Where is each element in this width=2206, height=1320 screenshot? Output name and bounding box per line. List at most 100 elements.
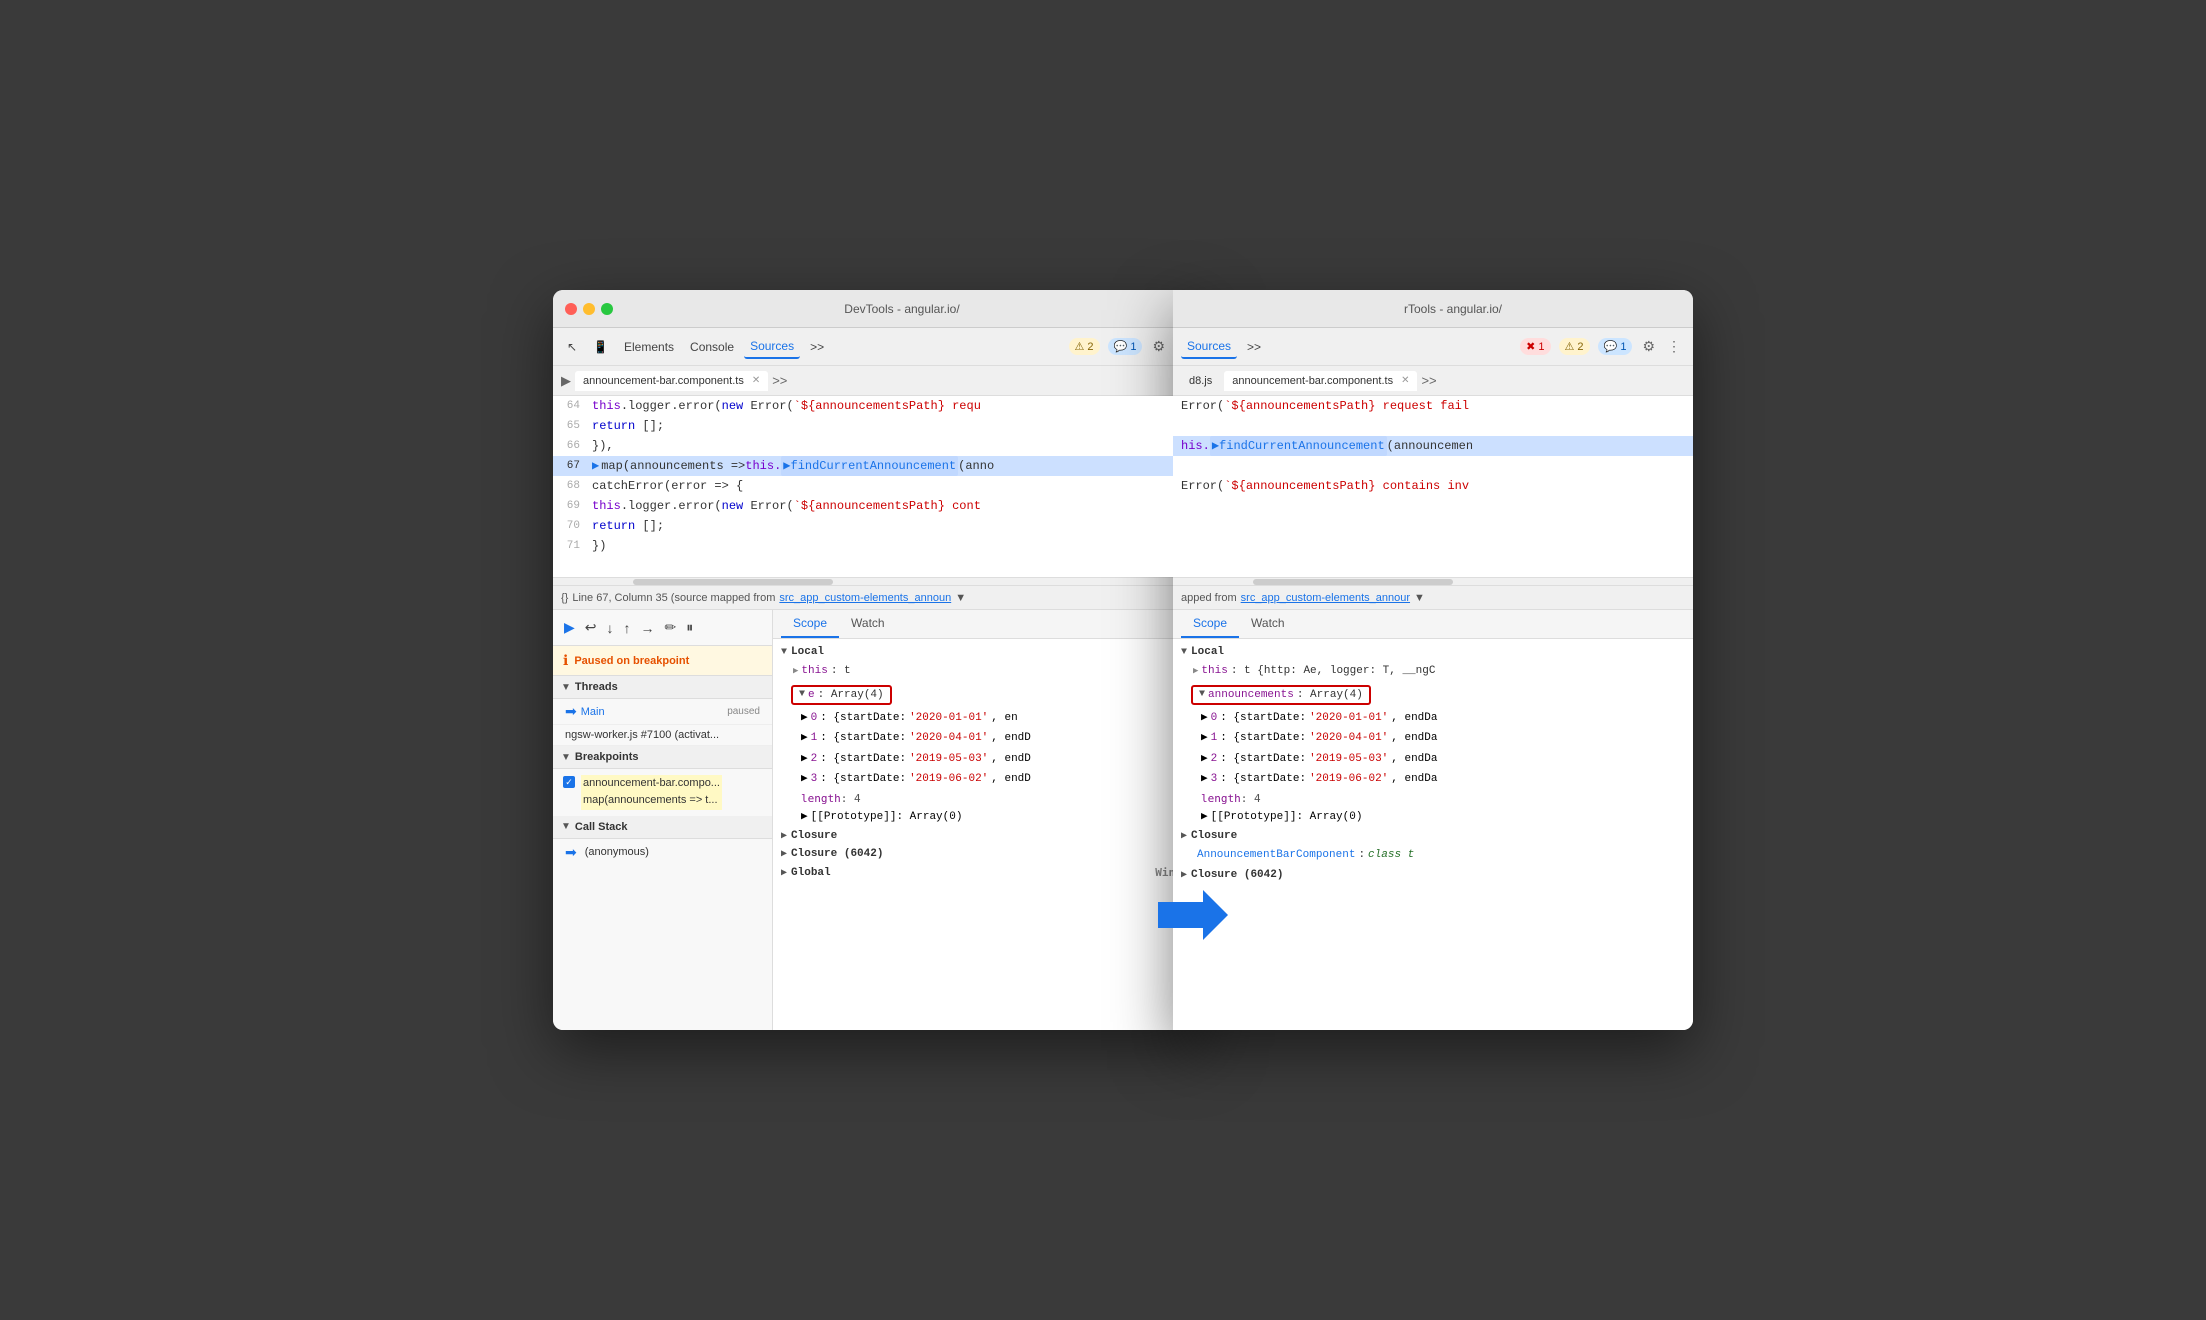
console-tab[interactable]: Console xyxy=(684,336,740,358)
file-tab-left[interactable]: announcement-bar.component.ts ✕ xyxy=(575,371,768,391)
closure-label-left: Closure xyxy=(791,830,837,842)
thread-ngsw-name: ngsw-worker.js #7100 (activat... xyxy=(565,729,719,741)
code-text-66: }), xyxy=(588,436,1203,456)
breakpoints-section-header[interactable]: ▼ Breakpoints xyxy=(553,746,772,769)
threads-section-header[interactable]: ▼ Threads xyxy=(553,676,772,699)
scope-tab-right[interactable]: Scope xyxy=(1181,610,1239,638)
closure-arrow-right: ▶ xyxy=(1181,830,1187,842)
editor-tab-bar-left: ▶ announcement-bar.component.ts ✕ >> xyxy=(553,366,1203,396)
file-tab-right[interactable]: announcement-bar.component.ts ✕ xyxy=(1224,371,1417,391)
closure2-section-left: ▶ Closure (6042) xyxy=(773,845,1203,863)
step-button[interactable]: → xyxy=(638,617,658,639)
announcements-expand-arrow[interactable]: ▼ xyxy=(1199,689,1205,700)
closure2-header-right[interactable]: ▶ Closure (6042) xyxy=(1181,869,1685,881)
device-toolbar-button[interactable]: 📱 xyxy=(587,336,614,358)
cursor-tool-button[interactable]: ↖ xyxy=(561,336,583,358)
dropdown-arrow-right[interactable]: ▼ xyxy=(1414,592,1425,604)
step-out-button[interactable]: ↑ xyxy=(621,617,634,639)
local-header-left[interactable]: ▼ Local xyxy=(781,646,1195,658)
threads-arrow: ▼ xyxy=(561,682,571,693)
prototype-item-left: ▶ [[Prototype]]: Array(0) xyxy=(773,807,1203,828)
warning-badge-right: ⚠ 2 xyxy=(1559,338,1590,355)
code-line-65: 65 return []; xyxy=(553,416,1203,436)
step-over-button[interactable]: ↩ xyxy=(582,616,600,639)
closure-header-right[interactable]: ▶ Closure xyxy=(1181,830,1685,842)
main-toolbar-right: Sources >> ✖ 1 ⚠ 2 💬 1 ⚙ ⋮ xyxy=(1173,328,1693,366)
file-tree-toggle[interactable]: ▶ xyxy=(561,373,571,389)
code-text-71: }) xyxy=(588,536,1203,556)
watch-tab-left[interactable]: Watch xyxy=(839,610,897,638)
scrollbar-thumb-left xyxy=(633,579,833,585)
settings-button-right[interactable]: ⚙ xyxy=(1638,334,1659,359)
thread-main[interactable]: ➡ Main paused xyxy=(553,699,772,725)
closure2-label-left: Closure (6042) xyxy=(791,848,883,860)
horizontal-scrollbar-right[interactable] xyxy=(1173,577,1693,585)
sources-tab-right[interactable]: Sources xyxy=(1181,335,1237,359)
local-section-left: ▼ Local xyxy=(773,643,1203,661)
breakpoints-label: Breakpoints xyxy=(575,751,639,763)
callstack-section-header[interactable]: ▼ Call Stack xyxy=(553,816,772,839)
closure-arrow-left: ▶ xyxy=(781,830,787,842)
closure-header-left[interactable]: ▶ Closure xyxy=(781,830,1195,842)
source-map-link-right[interactable]: src_app_custom-elements_annour xyxy=(1241,592,1410,604)
more-options-right[interactable]: ⋮ xyxy=(1663,334,1685,359)
elements-tab[interactable]: Elements xyxy=(618,336,680,358)
callstack-entry-1: (anonymous) xyxy=(585,846,649,858)
horizontal-scrollbar-left[interactable] xyxy=(553,577,1203,585)
array-item-1-right: ▶ 1 : {startDate: '2020-04-01', endDa xyxy=(1173,728,1693,749)
watch-tab-right[interactable]: Watch xyxy=(1239,610,1297,638)
step-into-button[interactable]: ↓ xyxy=(604,617,617,639)
bp-checkmark[interactable]: ✓ xyxy=(563,776,575,788)
file-tab-right-name: announcement-bar.component.ts xyxy=(1232,375,1393,387)
scope-tab-left[interactable]: Scope xyxy=(781,610,839,638)
blue-arrow-svg xyxy=(1158,890,1228,940)
file-tab-d8[interactable]: d8.js xyxy=(1181,371,1220,391)
e-array-box: ▼ e : Array(4) xyxy=(791,685,892,705)
resume-button[interactable]: ▶ xyxy=(561,616,578,639)
line-num-64: 64 xyxy=(553,396,588,416)
code-text-69: this.logger.error(new Error(`${announcem… xyxy=(588,496,1203,516)
close-button[interactable] xyxy=(565,303,577,315)
more-tabs-icon-left[interactable]: >> xyxy=(772,373,787,388)
bp-text: announcement-bar.compo... map(announceme… xyxy=(581,775,722,810)
settings-button-left[interactable]: ⚙ xyxy=(1148,334,1169,359)
local-header-right[interactable]: ▼ Local xyxy=(1181,646,1685,658)
editor-tab-bar-right: d8.js announcement-bar.component.ts ✕ >> xyxy=(1173,366,1693,396)
deactivate-button[interactable]: ✏ xyxy=(662,616,680,639)
right-code-4 xyxy=(1173,456,1693,476)
close-tab-right[interactable]: ✕ xyxy=(1401,375,1409,386)
thread-main-name: Main xyxy=(581,706,605,718)
closure2-header-left[interactable]: ▶ Closure (6042) xyxy=(781,848,1195,860)
abc-colon: : xyxy=(1358,847,1365,864)
maximize-button[interactable] xyxy=(601,303,613,315)
line-num-71: 71 xyxy=(553,536,588,556)
code-line-66: 66 }), xyxy=(553,436,1203,456)
source-map-link-left[interactable]: src_app_custom-elements_announ xyxy=(779,592,951,604)
this-value-left: : t xyxy=(831,663,851,680)
more-tabs-left[interactable]: >> xyxy=(804,336,830,358)
format-toggle[interactable]: {} xyxy=(561,592,568,604)
minimize-button[interactable] xyxy=(583,303,595,315)
this-arrow-right: ▶ xyxy=(1193,665,1198,679)
global-header-left[interactable]: ▶ Global Window xyxy=(781,866,1195,879)
sources-tab-left[interactable]: Sources xyxy=(744,335,800,359)
right-code-text-5: Error(`${announcementsPath} contains inv xyxy=(1173,476,1693,496)
code-text-70: return []; xyxy=(588,516,1203,536)
pause-button[interactable]: ⏸ xyxy=(683,616,696,639)
more-tabs-icon-right[interactable]: >> xyxy=(1421,373,1436,388)
dropdown-arrow-left[interactable]: ▼ xyxy=(955,592,966,604)
breakpoint-item-1: ✓ announcement-bar.compo... map(announce… xyxy=(553,769,772,816)
title-bar-left: DevTools - angular.io/ xyxy=(553,290,1203,328)
bottom-panel-right: Scope Watch ▼ Local ▶ this : t {http: xyxy=(1173,610,1693,1030)
more-tabs-right[interactable]: >> xyxy=(1241,336,1267,358)
abc-value: class t xyxy=(1368,847,1414,864)
global-label-left: Global xyxy=(791,867,831,879)
code-editor-right: Error(`${announcementsPath} request fail… xyxy=(1173,396,1693,577)
e-expand-arrow[interactable]: ▼ xyxy=(799,689,805,700)
file-tab-name: announcement-bar.component.ts xyxy=(583,375,744,387)
right-code-1: Error(`${announcementsPath} request fail xyxy=(1173,396,1693,416)
thread-ngsw[interactable]: ngsw-worker.js #7100 (activat... xyxy=(553,725,772,746)
callstack-item-1[interactable]: ➡ (anonymous) xyxy=(553,839,772,866)
traffic-lights xyxy=(565,303,613,315)
close-tab-left[interactable]: ✕ xyxy=(752,375,760,386)
